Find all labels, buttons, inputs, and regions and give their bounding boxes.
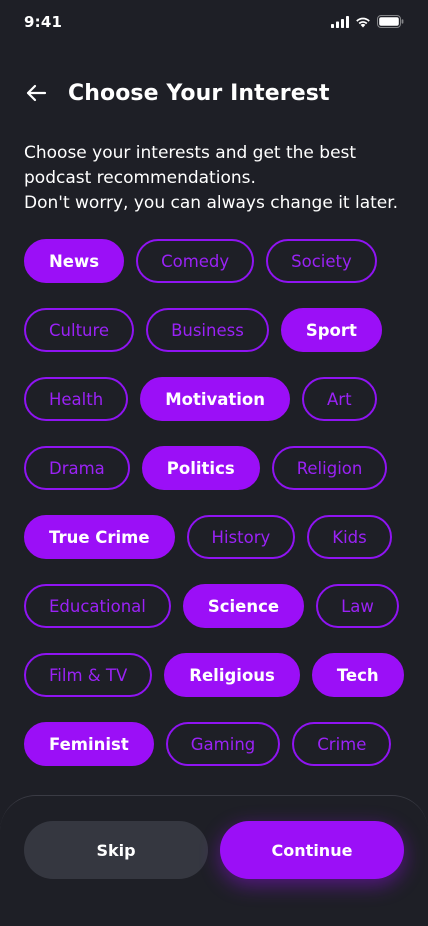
interest-chips: News Comedy Society Culture Business Sport Hea…: [24, 239, 414, 766]
interest-chip-drama[interactable]: Drama: [24, 446, 130, 490]
interest-chip-news[interactable]: News: [24, 239, 125, 283]
description-line: Don't worry, you can always change it la…: [24, 193, 399, 213]
interest-chip-kids[interactable]: Kids: [307, 515, 392, 559]
interest-chip-religion[interactable]: Religion: [271, 446, 388, 490]
interest-chip-politics[interactable]: Politics: [141, 446, 260, 490]
interest-chip-tech[interactable]: Tech: [311, 653, 404, 697]
interest-chip-motivation[interactable]: Motivation: [140, 377, 291, 421]
interest-chip-educational[interactable]: Educational: [24, 584, 171, 628]
back-button[interactable]: [24, 79, 52, 107]
interest-chip-health[interactable]: Health: [24, 377, 129, 421]
description-line: podcast recommendations.: [24, 168, 256, 188]
description: Choose your interests and get the best p…: [24, 141, 404, 216]
interest-chip-true-crime[interactable]: True Crime: [24, 515, 175, 559]
cellular-signal-icon: [331, 15, 349, 28]
wifi-icon: [356, 17, 370, 27]
interest-chip-feminist[interactable]: Feminist: [24, 722, 154, 766]
interest-chip-art[interactable]: Art: [302, 377, 377, 421]
interest-chip-film-and-tv[interactable]: Film & TV: [24, 653, 153, 697]
interest-chip-comedy[interactable]: Comedy: [136, 239, 255, 283]
interest-chip-business[interactable]: Business: [146, 308, 269, 352]
status-icons: [331, 15, 404, 28]
skip-button[interactable]: Skip: [24, 821, 208, 879]
interest-chip-culture[interactable]: Culture: [24, 308, 135, 352]
interest-chip-crime[interactable]: Crime: [292, 722, 392, 766]
status-time: 9:41: [24, 13, 63, 31]
page-title: Choose Your Interest: [68, 80, 330, 106]
interest-chip-society[interactable]: Society: [266, 239, 377, 283]
interest-chip-science[interactable]: Science: [182, 584, 305, 628]
arrow-left-icon: [26, 84, 47, 102]
header: Choose Your Interest: [24, 76, 330, 110]
interest-chip-history[interactable]: History: [186, 515, 296, 559]
interest-chip-sport[interactable]: Sport: [280, 308, 382, 352]
interest-chip-gaming[interactable]: Gaming: [165, 722, 281, 766]
interest-chip-religious[interactable]: Religious: [164, 653, 300, 697]
bottom-action-bar: Skip Continue: [0, 795, 428, 926]
description-line: Choose your interests and get the best: [24, 143, 357, 163]
interest-chip-law[interactable]: Law: [316, 584, 399, 628]
continue-button[interactable]: Continue: [220, 821, 404, 879]
status-bar: 9:41: [0, 0, 428, 44]
battery-icon: [377, 15, 404, 28]
